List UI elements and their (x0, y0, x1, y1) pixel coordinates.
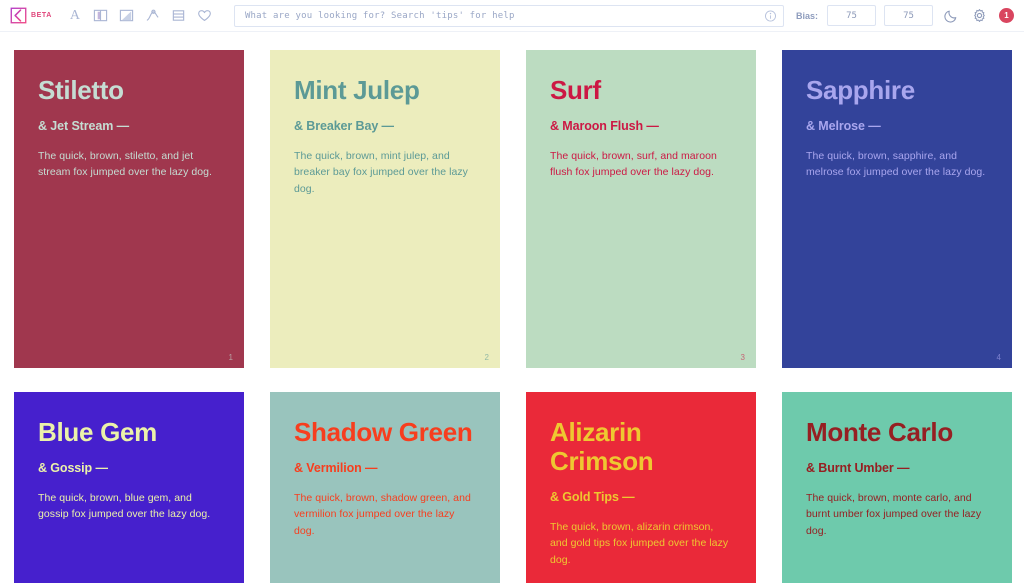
curve-icon[interactable] (140, 4, 166, 28)
card-body: The quick, brown, monte carlo, and burnt… (806, 492, 982, 537)
search-input[interactable] (233, 4, 784, 27)
card-subtitle: & Melrose — (806, 119, 881, 134)
moon-icon[interactable] (941, 6, 961, 26)
card-index: 3 (740, 353, 745, 362)
card-body: The quick, brown, blue gem, and gossip f… (38, 492, 211, 521)
beta-label: BETA (31, 12, 52, 19)
color-card[interactable]: Shadow Green & Vermilion — The quick, br… (270, 392, 500, 583)
card-title: Surf (550, 75, 601, 105)
color-card[interactable]: Mint Julep & Breaker Bay — The quick, br… (270, 50, 500, 368)
color-card[interactable]: Alizarin Crimson & Gold Tips — The quick… (526, 392, 756, 583)
heart-icon[interactable] (192, 4, 218, 28)
card-subtitle: & Vermilion — (294, 461, 378, 476)
split-panel-icon[interactable] (88, 4, 114, 28)
card-title: Mint Julep (294, 75, 420, 105)
card-title: Alizarin Crimson (550, 417, 654, 477)
card-subtitle: & Jet Stream — (38, 119, 129, 134)
card-subtitle: & Burnt Umber — (806, 461, 910, 476)
color-card[interactable]: Blue Gem & Gossip — The quick, brown, bl… (14, 392, 244, 583)
gear-icon[interactable] (969, 6, 989, 26)
search-container (233, 4, 784, 27)
color-card[interactable]: Monte Carlo & Burnt Umber — The quick, b… (782, 392, 1012, 583)
color-card[interactable]: Sapphire & Melrose — The quick, brown, s… (782, 50, 1012, 368)
contrast-icon[interactable] (114, 4, 140, 28)
card-title: Monte Carlo (806, 417, 953, 447)
bias-input-2[interactable] (884, 5, 933, 26)
card-index: 1 (228, 353, 233, 362)
card-title: Shadow Green (294, 417, 473, 447)
card-body: The quick, brown, mint julep, and breake… (294, 150, 468, 195)
card-body: The quick, brown, alizarin crimson, and … (550, 521, 729, 566)
card-body: The quick, brown, surf, and maroon flush… (550, 150, 717, 179)
info-icon[interactable] (764, 9, 777, 22)
bias-input-1[interactable] (827, 5, 876, 26)
typography-icon[interactable]: A (62, 4, 88, 28)
notification-badge[interactable]: 1 (999, 8, 1014, 23)
k-logo-icon (10, 7, 27, 24)
card-subtitle: & Breaker Bay — (294, 119, 394, 134)
tool-icon-group: A (62, 4, 218, 28)
card-subtitle: & Gold Tips — (550, 490, 635, 505)
top-toolbar: BETA A What are you looking for? Search … (0, 0, 1024, 32)
card-body: The quick, brown, stiletto, and jet stre… (38, 150, 212, 179)
bias-label: Bias: (795, 10, 818, 21)
typography-glyph: A (69, 7, 80, 23)
card-index: 2 (484, 353, 489, 362)
card-title: Sapphire (806, 75, 915, 105)
card-subtitle: & Maroon Flush — (550, 119, 659, 134)
card-body: The quick, brown, sapphire, and melrose … (806, 150, 986, 179)
color-card[interactable]: Surf & Maroon Flush — The quick, brown, … (526, 50, 756, 368)
card-body: The quick, brown, shadow green, and verm… (294, 492, 471, 537)
card-index: 4 (996, 353, 1001, 362)
list-rows-icon[interactable] (166, 4, 192, 28)
brand[interactable]: BETA (10, 7, 52, 24)
color-card[interactable]: Stiletto & Jet Stream — The quick, brown… (14, 50, 244, 368)
card-title: Blue Gem (38, 417, 157, 447)
card-subtitle: & Gossip — (38, 461, 108, 476)
color-card-grid: Stiletto & Jet Stream — The quick, brown… (0, 32, 1024, 583)
card-title: Stiletto (38, 75, 124, 105)
right-controls: Bias: 1 (796, 5, 1014, 26)
